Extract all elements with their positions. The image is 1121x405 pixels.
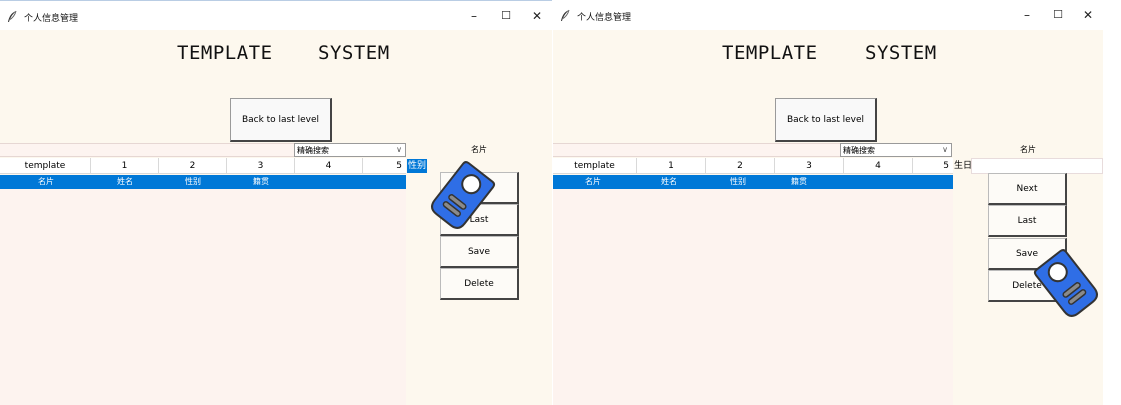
side-header: 名片 [1020,145,1036,154]
table-cell: 名片 [38,177,54,186]
back-button[interactable]: Back to last level [230,98,332,142]
search-mode-select[interactable]: 精确搜索 ∨ [294,143,406,157]
table-header: template 1 2 3 4 5 [0,158,406,174]
chevron-down-icon[interactable]: ∨ [396,144,402,156]
last-button[interactable]: Last [988,205,1067,237]
column-header[interactable]: template [553,158,637,174]
field-entry[interactable] [971,158,1103,174]
maximize-icon[interactable]: ☐ [1050,7,1066,23]
close-icon[interactable]: ✕ [529,8,545,24]
field-label: 生日 [954,159,973,173]
heading-template: TEMPLATE [722,42,818,64]
side-header: 名片 [471,145,487,154]
table-cell: 姓名 [117,177,133,186]
column-header[interactable]: 3 [227,158,295,174]
window-title: 个人信息管理 [577,13,632,23]
field-label: 性别 [407,159,428,173]
heading-system: SYSTEM [865,42,937,64]
table-header: template 1 2 3 4 5 [553,158,953,174]
table-row[interactable]: 名片 姓名 性别 籍贯 [0,175,406,189]
close-icon[interactable]: ✕ [1080,7,1096,23]
minimize-icon[interactable]: – [466,8,482,24]
column-header[interactable]: 5 [363,158,406,174]
minimize-icon[interactable]: – [1019,7,1035,23]
column-header[interactable]: 3 [775,158,844,174]
column-header[interactable]: 4 [844,158,913,174]
next-button[interactable]: Next [988,173,1067,205]
column-header[interactable]: 5 [913,158,953,174]
column-header[interactable]: 4 [295,158,363,174]
column-header[interactable]: template [0,158,91,174]
column-header[interactable]: 2 [706,158,775,174]
table-cell: 名片 [585,177,601,186]
feather-icon [8,10,17,22]
title-bar[interactable]: 个人信息管理 – ☐ ✕ [0,0,552,30]
feather-icon [561,9,570,21]
column-header[interactable]: 1 [637,158,706,174]
search-mode-value: 精确搜索 [843,146,875,155]
table-cell: 籍贯 [253,177,269,186]
search-mode-select[interactable]: 精确搜索 ∨ [840,143,952,157]
table-cell: 姓名 [661,177,677,186]
table-cell: 籍贯 [791,177,807,186]
table-row[interactable]: 名片 姓名 性别 籍贯 [553,175,953,189]
tag-cursor-icon [431,161,496,229]
app-window-left: 个人信息管理 – ☐ ✕ TEMPLATE SYSTEM Back to las… [0,0,552,405]
table-body[interactable] [553,189,953,405]
column-header[interactable]: 1 [91,158,159,174]
chevron-down-icon[interactable]: ∨ [942,144,948,156]
search-mode-value: 精确搜索 [297,146,329,155]
delete-button[interactable]: Delete [440,268,519,300]
heading-system: SYSTEM [318,42,390,64]
maximize-icon[interactable]: ☐ [498,8,514,24]
back-button[interactable]: Back to last level [775,98,877,142]
tag-cursor-icon [1033,249,1098,317]
heading-template: TEMPLATE [177,42,273,64]
column-header[interactable]: 2 [159,158,227,174]
app-window-right: 个人信息管理 – ☐ ✕ TEMPLATE SYSTEM Back to las… [553,0,1103,405]
table-cell: 性别 [185,177,201,186]
search-entry[interactable] [0,143,294,157]
search-entry[interactable] [553,143,840,157]
title-bar[interactable]: 个人信息管理 – ☐ ✕ [553,0,1103,30]
save-button[interactable]: Save [440,236,519,268]
table-cell: 性别 [730,177,746,186]
table-body[interactable] [0,189,406,405]
window-title: 个人信息管理 [24,14,79,24]
